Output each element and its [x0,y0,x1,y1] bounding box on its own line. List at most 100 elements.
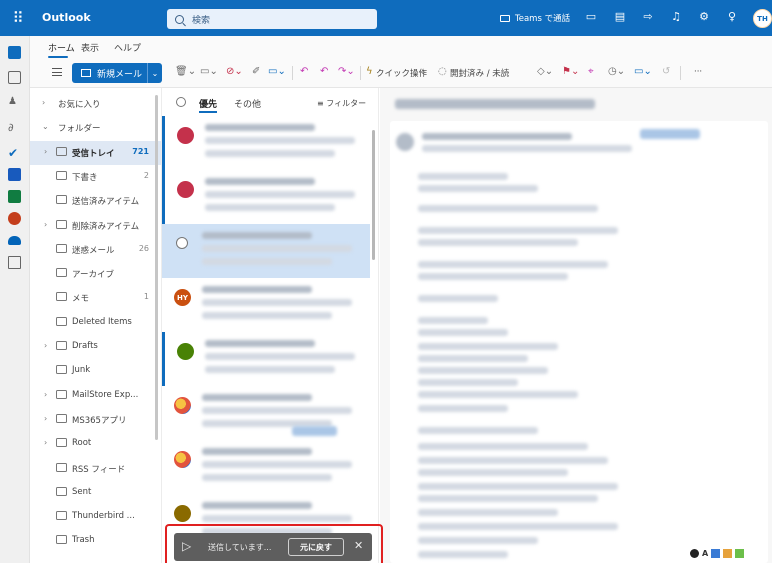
folder-item[interactable]: › 削除済みアイテム [30,214,161,238]
tray-icon[interactable]: A [702,549,708,558]
sender-name [422,133,572,140]
chat-icon[interactable]: ▭ [584,10,598,24]
folder-item[interactable]: › 受信トレイ 721 [30,140,161,165]
message-list-scrollbar[interactable] [372,130,375,260]
sender-avatar [177,181,194,198]
more-options-button[interactable]: ··· [694,67,702,77]
rules-icon[interactable]: ▭⌄ [634,66,652,77]
select-all-checkbox[interactable] [176,97,186,107]
message-row[interactable]: HY [162,278,370,332]
blurred-text [418,427,538,434]
tray-icon[interactable] [723,548,733,558]
read-unread-icon[interactable]: ◌ [438,66,447,77]
close-icon[interactable]: ✕ [354,539,363,552]
tab-focused[interactable]: 優先 [199,97,217,110]
word-icon[interactable]: ▤ [613,10,627,24]
filter-button[interactable]: ≡ フィルター [317,98,366,109]
folder-item[interactable]: Junk [30,359,161,383]
search-input[interactable]: 検索 [167,9,377,29]
chevron-down-icon[interactable]: ⌄ [419,66,427,77]
chevron-right-icon[interactable]: › [44,147,47,156]
reply-icon[interactable]: ↶ [300,66,308,77]
gear-icon[interactable]: ⚙ [697,10,711,24]
quick-steps-icon[interactable]: ϟ [366,66,373,77]
chevron-right-icon[interactable]: › [44,390,47,399]
folder-item[interactable]: Trash [30,529,161,553]
message-row[interactable] [162,386,370,440]
calendar-icon[interactable] [8,71,21,84]
folder-item[interactable]: 迷惑メール 26 [30,238,161,262]
attach-icon[interactable]: ∂ [8,121,21,134]
message-row[interactable] [162,170,370,224]
bell-icon[interactable]: ♫ [669,10,683,24]
tray-icon[interactable] [735,548,745,558]
more-apps-icon[interactable] [8,256,21,269]
tab-help[interactable]: ヘルプ [114,41,141,54]
undo-icon[interactable]: ↺ [662,66,670,77]
account-avatar[interactable]: TH [753,9,772,28]
sweep-icon[interactable]: ✐ [252,66,260,77]
folder-item[interactable]: Deleted Items [30,311,161,335]
app-launcher-icon[interactable]: ⠿ [0,0,36,36]
move-to-icon[interactable]: ▭⌄ [268,66,286,77]
tray-icon[interactable] [711,548,721,558]
folder-item[interactable]: › MS365アプリ [30,408,161,432]
folder-item[interactable]: 送信済みアイテム [30,189,161,213]
teams-call-button[interactable]: Teams で通話 [500,12,570,24]
app-name[interactable]: Outlook [42,11,91,24]
chevron-right-icon[interactable]: › [42,98,45,107]
message-row[interactable] [162,224,370,278]
reply-all-icon[interactable]: ↶ [320,66,328,77]
message-row[interactable] [162,426,370,494]
folder-item[interactable]: RSS フィード [30,457,161,481]
tray-icon[interactable] [690,548,699,558]
flag-icon[interactable]: ⚑⌄ [562,66,579,77]
delete-icon[interactable]: 🗑︎⌄ [175,66,196,77]
chevron-down-icon[interactable]: ⌄ [42,122,49,131]
filter-label: フィルター [326,99,367,108]
todo-check-icon[interactable]: ✔ [8,146,21,160]
folder-scrollbar[interactable] [155,95,158,440]
folder-icon [56,486,67,496]
excel-app-icon[interactable] [8,190,21,203]
people-icon[interactable]: ♟ [8,96,21,109]
onedrive-icon[interactable] [8,236,21,245]
tag-icon[interactable]: ◇⌄ [537,66,553,77]
folder-item[interactable]: › Drafts [30,335,161,359]
tab-view[interactable]: 表示 [81,41,99,54]
lightbulb-icon[interactable]: ♀ [725,10,739,24]
tab-other[interactable]: その他 [234,97,261,110]
select-checkbox[interactable] [176,237,188,249]
report-icon[interactable]: ⊘⌄ [226,66,243,77]
undo-button[interactable]: 元に戻す [288,538,344,556]
folder-item[interactable]: › お気に入り [30,92,161,116]
pin-icon[interactable]: ⌖ [588,66,594,77]
read-unread-button[interactable]: 開封済み / 未読 [450,67,509,79]
blurred-text [418,329,508,336]
word-app-icon[interactable] [8,168,21,181]
folder-item[interactable]: › MailStore Exp... [30,384,161,408]
folder-item[interactable]: 下書き 2 [30,165,161,189]
folder-item[interactable]: ⌄ フォルダー [30,116,161,140]
chevron-right-icon[interactable]: › [44,341,47,350]
mail-icon[interactable] [8,46,21,59]
folder-item[interactable]: Sent [30,481,161,505]
snooze-icon[interactable]: ◷⌄ [608,66,625,77]
archive-icon[interactable]: ▭⌄ [200,66,218,77]
folder-item[interactable]: Thunderbird ... [30,505,161,529]
tab-home[interactable]: ホーム [48,41,75,54]
folder-item[interactable]: › Root [30,432,161,456]
folder-item[interactable]: アーカイブ [30,262,161,286]
chevron-right-icon[interactable]: › [44,414,47,423]
forward-icon[interactable]: ↷⌄ [338,66,355,77]
folder-item[interactable]: メモ 1 [30,286,161,310]
feedback-icon[interactable]: ⇨ [641,10,655,24]
chevron-right-icon[interactable]: › [44,220,47,229]
message-row[interactable] [162,332,370,386]
chevron-right-icon[interactable]: › [44,438,47,447]
chevron-down-icon[interactable]: ⌄ [147,63,162,83]
new-mail-button[interactable]: 新規メール ⌄ [72,63,162,83]
message-row[interactable] [162,116,370,170]
powerpoint-app-icon[interactable] [8,212,21,225]
hamburger-icon[interactable] [52,68,62,76]
